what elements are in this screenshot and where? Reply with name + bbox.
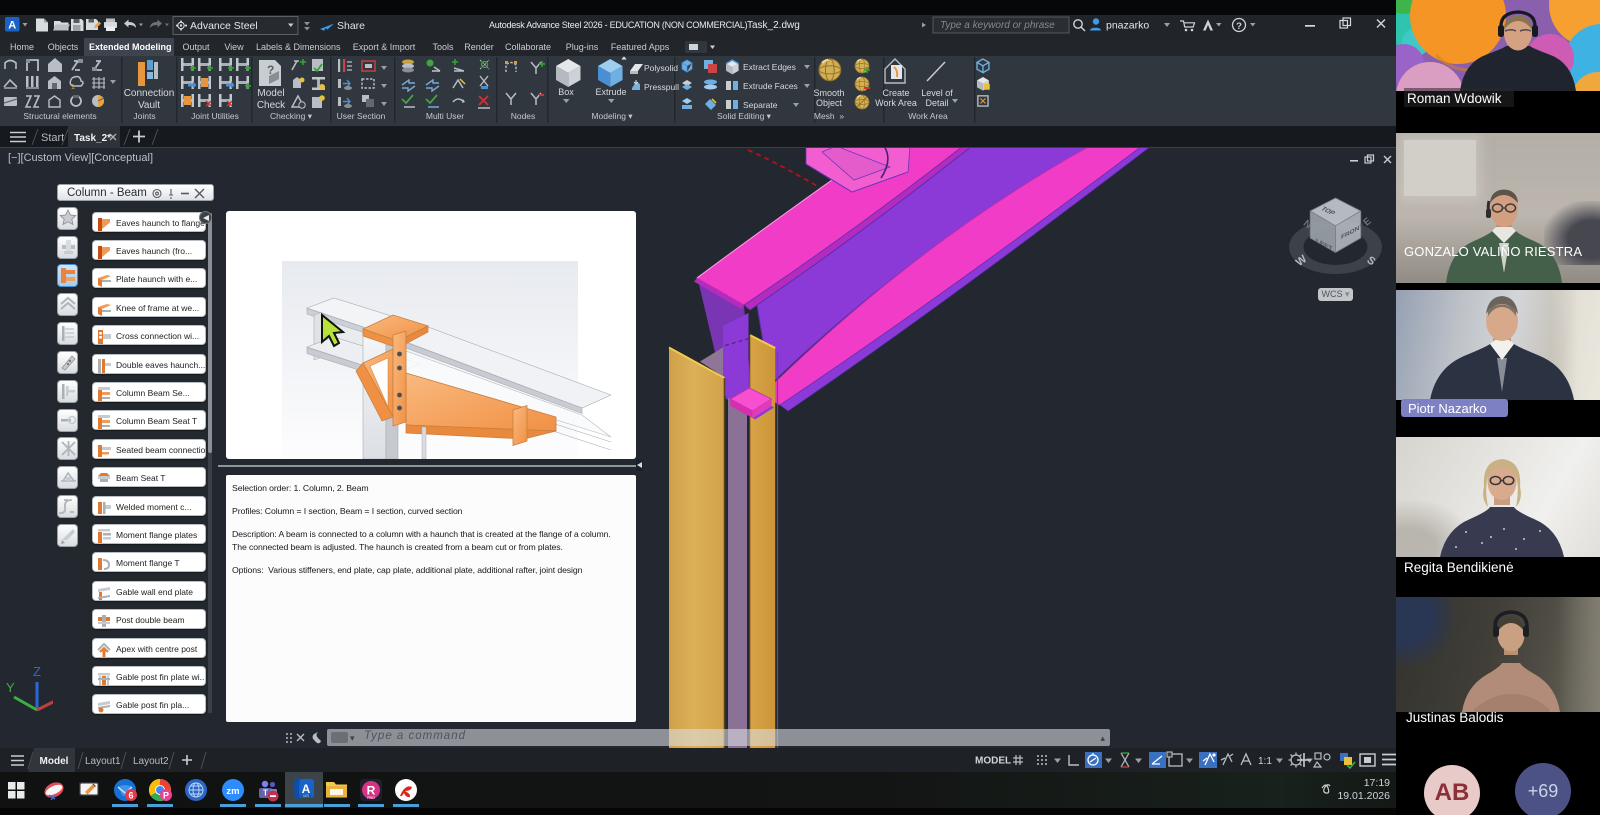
svg-text:Task_2*: Task_2* — [74, 133, 111, 144]
svg-text:Start: Start — [41, 132, 64, 144]
svg-text:Type a keyword or phrase: Type a keyword or phrase — [940, 20, 1055, 31]
svg-text:Object: Object — [816, 98, 843, 108]
svg-text:Vault: Vault — [138, 100, 160, 111]
svg-text:Extract Edges: Extract Edges — [743, 62, 796, 72]
svg-text:Layout1: Layout1 — [85, 756, 121, 767]
svg-text:Model: Model — [40, 756, 69, 767]
svg-text:Polysolid: Polysolid — [644, 63, 678, 73]
svg-text:Extrude: Extrude — [595, 87, 626, 97]
svg-text:Advance Steel: Advance Steel — [190, 20, 258, 32]
svg-text:1: 1 — [71, 84, 75, 91]
svg-text:19.01.2026: 19.01.2026 — [1337, 790, 1390, 802]
svg-text:Check: Check — [257, 100, 286, 111]
svg-text:PRO: PRO — [367, 796, 375, 800]
svg-text:?: ? — [1236, 21, 1242, 32]
svg-text:Level of: Level of — [921, 88, 953, 98]
svg-text:Share: Share — [337, 20, 365, 32]
svg-text:T: T — [263, 789, 268, 798]
svg-text:Smooth: Smooth — [813, 88, 844, 98]
svg-text:1:1: 1:1 — [1258, 756, 1272, 767]
svg-text:Extrude Faces: Extrude Faces — [743, 81, 798, 91]
svg-text:zm: zm — [226, 786, 239, 797]
svg-text:Separate: Separate — [743, 100, 778, 110]
svg-text:Create: Create — [882, 88, 909, 98]
svg-text:Y: Y — [6, 680, 15, 695]
svg-text:Presspull: Presspull — [644, 82, 679, 92]
svg-text:Box: Box — [558, 87, 574, 97]
svg-text:Connection: Connection — [124, 88, 175, 99]
svg-text:6: 6 — [128, 791, 133, 801]
svg-text:MODEL: MODEL — [975, 756, 1011, 767]
svg-text:Work Area: Work Area — [875, 98, 917, 108]
svg-text:Layout2: Layout2 — [133, 756, 169, 767]
svg-text:Detail: Detail — [925, 98, 948, 108]
svg-text:17:19: 17:19 — [1364, 777, 1390, 789]
svg-text:A: A — [8, 20, 16, 32]
svg-text:Model: Model — [257, 88, 284, 99]
svg-text:Z: Z — [33, 664, 41, 679]
svg-text:ADS: ADS — [303, 794, 310, 798]
svg-text:P: P — [163, 791, 169, 801]
svg-text:pnazarko: pnazarko — [1106, 20, 1149, 32]
